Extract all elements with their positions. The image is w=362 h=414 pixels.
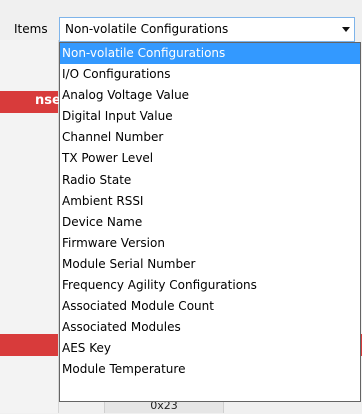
items-dropdown-list: Non-volatile Configurations I/O Configur…: [59, 42, 361, 402]
dropdown-item-tx-power-level[interactable]: TX Power Level: [60, 148, 360, 169]
dropdown-item-aes-key[interactable]: AES Key: [60, 338, 360, 359]
dropdown-item-associated-module-count[interactable]: Associated Module Count: [60, 296, 360, 317]
dropdown-item-radio-state[interactable]: Radio State: [60, 170, 360, 191]
dropdown-item-device-name[interactable]: Device Name: [60, 212, 360, 233]
dropdown-item-firmware-version[interactable]: Firmware Version: [60, 233, 360, 254]
items-label: Items: [14, 22, 48, 36]
section-header-bar-lower: [0, 334, 58, 356]
dropdown-item-channel-number[interactable]: Channel Number: [60, 127, 360, 148]
dropdown-item-digital-input-value[interactable]: Digital Input Value: [60, 106, 360, 127]
dropdown-item-frequency-agility-configurations[interactable]: Frequency Agility Configurations: [60, 275, 360, 296]
dropdown-item-non-volatile-configurations[interactable]: Non-volatile Configurations: [60, 43, 360, 65]
dropdown-item-ambient-rssi[interactable]: Ambient RSSI: [60, 191, 360, 212]
dropdown-item-module-serial-number[interactable]: Module Serial Number: [60, 254, 360, 275]
section-header-text: nse: [35, 93, 61, 108]
chevron-down-icon[interactable]: [342, 27, 350, 32]
items-combobox-value: Non-volatile Configurations: [62, 20, 315, 39]
dropdown-item-io-configurations[interactable]: I/O Configurations: [60, 64, 360, 85]
items-combobox[interactable]: Non-volatile Configurations: [59, 17, 355, 42]
dropdown-item-module-temperature[interactable]: Module Temperature: [60, 359, 360, 380]
dropdown-item-associated-modules[interactable]: Associated Modules: [60, 317, 360, 338]
dropdown-item-analog-voltage-value[interactable]: Analog Voltage Value: [60, 85, 360, 106]
